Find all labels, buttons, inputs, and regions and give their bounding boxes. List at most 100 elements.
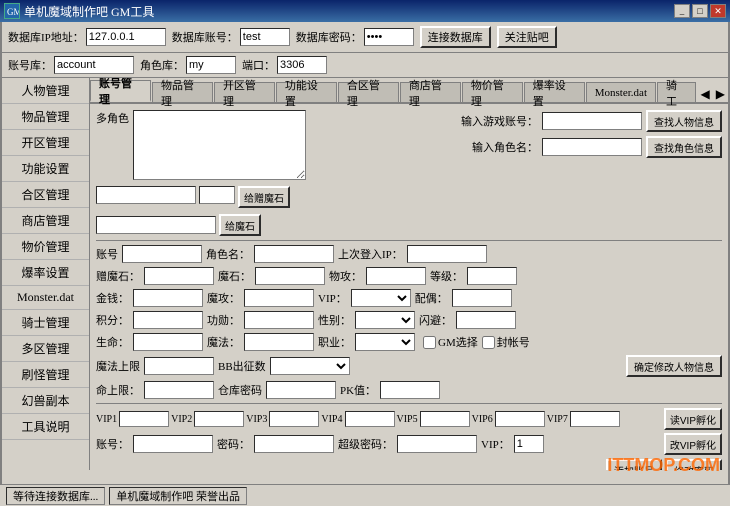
tab-knight[interactable]: 骑工 (657, 82, 696, 102)
close-tieba-button[interactable]: 关注贴吧 (497, 26, 557, 48)
tab-zone-management[interactable]: 开区管理 (214, 82, 275, 102)
nav-zone-management[interactable]: 开区管理 (2, 130, 89, 156)
change-pass-btn[interactable]: 修改密码 (666, 459, 722, 470)
max-magic-input[interactable] (144, 357, 214, 375)
vip2-input[interactable] (194, 411, 244, 427)
content-area: 人物管理 物品管理 开区管理 功能设置 合区管理 商店管理 物价管理 爆率设置 … (2, 78, 728, 470)
stone-input[interactable] (255, 267, 325, 285)
account-field-input[interactable] (122, 245, 202, 263)
nav-tool-desc[interactable]: 工具说明 (2, 414, 89, 440)
db-ip-input[interactable] (86, 28, 166, 46)
points-input[interactable] (133, 311, 203, 329)
search-game-account-input[interactable] (542, 112, 642, 130)
devil-stone-input[interactable] (144, 267, 214, 285)
account-input-bottom[interactable] (96, 186, 196, 204)
seal-account-checkbox[interactable] (482, 336, 495, 349)
nav-character-management[interactable]: 人物管理 (2, 78, 89, 104)
vip5-input[interactable] (420, 411, 470, 427)
job-select[interactable]: 战士法师 (355, 333, 415, 351)
life-max-input[interactable] (144, 381, 214, 399)
port-group: 端口： (242, 56, 327, 74)
close-button[interactable]: ✕ (710, 4, 726, 18)
divider-1 (96, 240, 722, 241)
role-db-input[interactable] (186, 56, 236, 74)
partner-label: 配偶： (415, 290, 448, 306)
last-login-ip-input[interactable] (407, 245, 487, 263)
tab-shop-management[interactable]: 商店管理 (400, 82, 461, 102)
bb-out-count-label: BB出征数 (218, 358, 266, 374)
read-vip-btn[interactable]: 读VIP孵化 (664, 408, 722, 430)
nav-spawn-management[interactable]: 刷怪管理 (2, 362, 89, 388)
life-input[interactable] (133, 333, 203, 351)
tab-item-management[interactable]: 物品管理 (152, 82, 213, 102)
tab-account-management[interactable]: 账号管理 (90, 80, 151, 102)
vip-bottom-input[interactable] (514, 435, 544, 453)
nav-shop-management[interactable]: 商店管理 (2, 208, 89, 234)
tab-nav-left[interactable]: ◀ (698, 87, 713, 102)
level-input[interactable] (467, 267, 517, 285)
merit-input[interactable] (244, 311, 314, 329)
warehouse-pass-input[interactable] (266, 381, 336, 399)
nav-knight-management[interactable]: 骑士管理 (2, 310, 89, 336)
flash-input[interactable] (456, 311, 516, 329)
nav-merge-zone[interactable]: 合区管理 (2, 182, 89, 208)
search-info-btn[interactable]: 查找人物信息 (646, 110, 722, 132)
devil-stone-qty-input[interactable] (96, 216, 216, 234)
phys-atk-input[interactable] (366, 267, 426, 285)
vip1-input[interactable] (119, 411, 169, 427)
nav-item-management[interactable]: 物品管理 (2, 104, 89, 130)
password-input[interactable] (254, 435, 334, 453)
nav-price-management[interactable]: 物价管理 (2, 234, 89, 260)
vip3-input[interactable] (269, 411, 319, 427)
search-role-name-label: 输入角色名： (472, 139, 538, 155)
magic-input[interactable] (244, 333, 314, 351)
nav-drop-rate[interactable]: 爆率设置 (2, 260, 89, 286)
tab-merge-zone[interactable]: 合区管理 (338, 82, 399, 102)
add-account-btn[interactable]: 添加账号 (606, 459, 662, 470)
confirm-edit-btn[interactable]: 确定修改人物信息 (626, 355, 722, 377)
role-name-field-input[interactable] (254, 245, 334, 263)
port-input[interactable] (277, 56, 327, 74)
db-pass-input[interactable] (364, 28, 414, 46)
magic-atk-input[interactable] (244, 289, 314, 307)
maximize-button[interactable]: □ (692, 4, 708, 18)
give-devil-stone-btn[interactable]: 给赠魔石 (238, 186, 290, 208)
status-wait-text: 等待连接数据库... (13, 488, 98, 504)
top-bar: 数据库IP地址： 数据库账号： 数据库密码： 连接数据库 关注贴吧 (2, 22, 728, 53)
nav-multi-zone[interactable]: 多区管理 (2, 336, 89, 362)
vip7-input[interactable] (570, 411, 620, 427)
vip6-label: VIP6 (472, 414, 493, 425)
tab-monster-dat[interactable]: Monster.dat (586, 82, 656, 102)
tab-nav-right[interactable]: ▶ (713, 87, 728, 102)
pk-value-input[interactable] (380, 381, 440, 399)
account-db-input[interactable] (54, 56, 134, 74)
tab-function-settings[interactable]: 功能设置 (276, 82, 337, 102)
nav-fantasy-beast[interactable]: 幻兽副本 (2, 388, 89, 414)
vip4-label: VIP4 (321, 414, 342, 425)
vip6-input[interactable] (495, 411, 545, 427)
gm-select-label: GM选择 (438, 334, 478, 350)
db-account-input[interactable] (240, 28, 290, 46)
search-role-name-input[interactable] (542, 138, 642, 156)
stats-row-4: 生命： 魔法： 职业： 战士法师 GM选择 封帐号 (96, 333, 722, 351)
gold-input[interactable] (133, 289, 203, 307)
nav-monster-dat[interactable]: Monster.dat (2, 286, 89, 310)
search-role-btn[interactable]: 查找角色信息 (646, 136, 722, 158)
gm-select-checkbox[interactable] (423, 336, 436, 349)
change-vip-btn[interactable]: 改VIP孵化 (664, 433, 722, 455)
minimize-button[interactable]: _ (674, 4, 690, 18)
connect-db-button[interactable]: 连接数据库 (420, 26, 491, 48)
super-pass-input[interactable] (397, 435, 477, 453)
account-bottom-input[interactable] (133, 435, 213, 453)
give-stone-btn[interactable]: 给魔石 (219, 214, 261, 236)
tab-drop-rate[interactable]: 爆率设置 (524, 82, 585, 102)
multi-char-textarea[interactable] (133, 110, 306, 180)
tab-price-management[interactable]: 物价管理 (462, 82, 523, 102)
bb-out-count-select[interactable] (270, 357, 350, 375)
vip4-input[interactable] (345, 411, 395, 427)
vip-main-select[interactable]: 12 (351, 289, 411, 307)
nav-function-settings[interactable]: 功能设置 (2, 156, 89, 182)
role-input-bottom[interactable] (199, 186, 235, 204)
gender-select[interactable]: 男女 (355, 311, 415, 329)
partner-input[interactable] (452, 289, 512, 307)
